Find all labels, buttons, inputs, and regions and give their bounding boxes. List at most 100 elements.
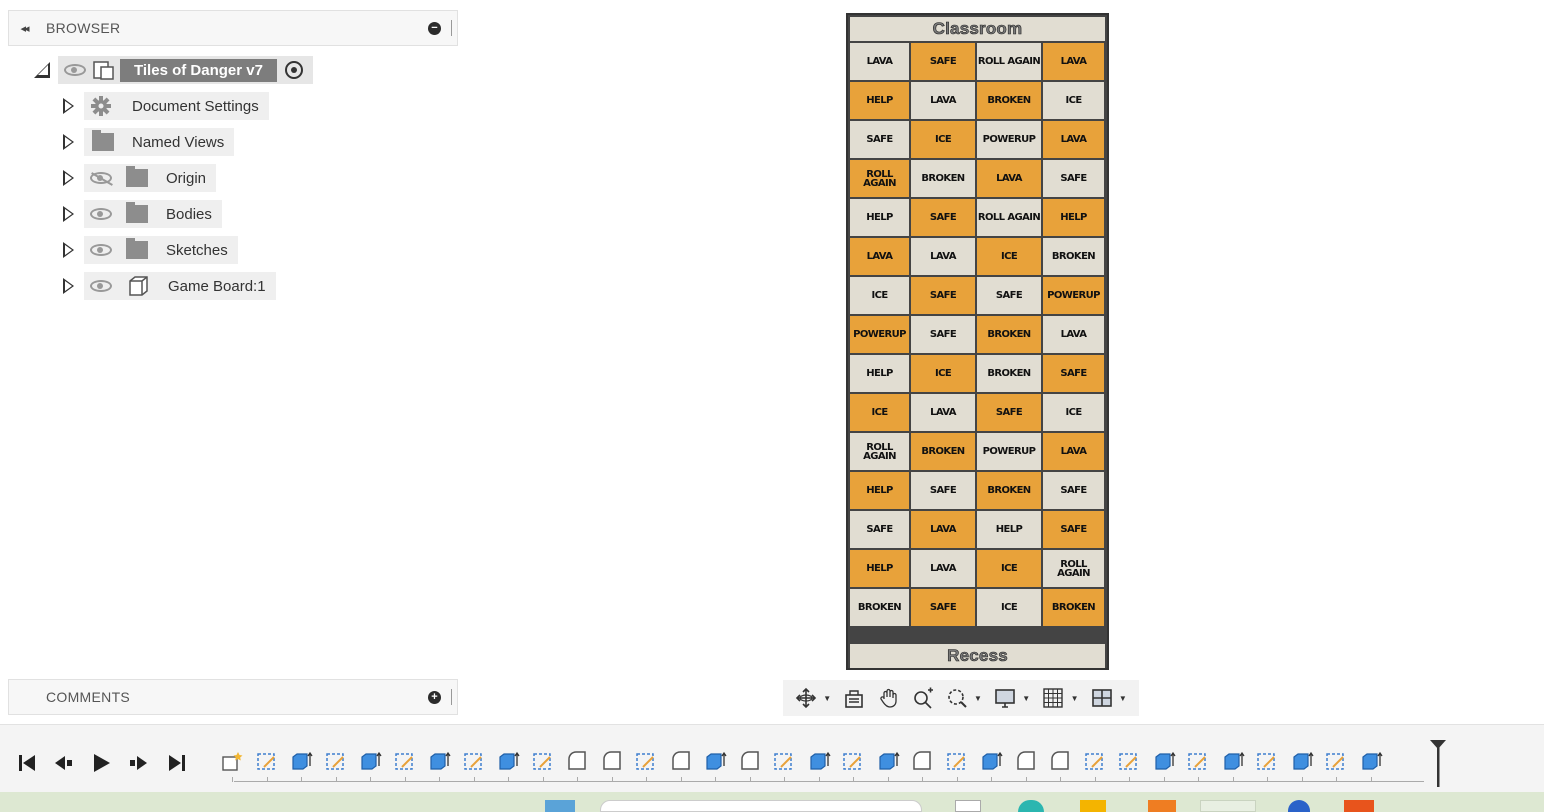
windows-start-icon[interactable] [545,800,575,812]
visibility-eye-icon[interactable] [64,64,86,76]
game-board-node[interactable]: Game Board:1 [84,272,276,300]
visibility-eye-icon[interactable] [90,244,112,256]
visibility-eye-icon[interactable] [90,208,112,220]
activate-component-radio-icon[interactable] [284,61,303,79]
taskbar-search-box[interactable] [600,800,922,812]
display-dropdown-caret[interactable]: ▼ [1022,694,1030,703]
fit-window-icon[interactable] [946,687,968,709]
timeline-extrude-icon[interactable] [703,750,727,772]
bodies-node[interactable]: Bodies [84,200,222,228]
timeline-fillet-icon[interactable] [1048,750,1072,772]
tree-item-bodies[interactable]: Bodies [56,200,222,228]
collapse-arrow-icon[interactable] [30,62,54,78]
visibility-eye-icon[interactable] [90,280,112,292]
timeline-sketch-icon[interactable] [841,750,865,772]
expand-arrow-icon[interactable] [56,278,80,294]
orbit-icon[interactable] [795,687,817,709]
timeline-sketch-icon[interactable] [462,750,486,772]
timeline-extrude-icon[interactable] [1359,750,1383,772]
viewports-dropdown-caret[interactable]: ▼ [1119,694,1127,703]
timeline-sketch-icon[interactable] [1117,750,1141,772]
browser-panel-minimize-icon[interactable]: − [428,21,441,35]
display-settings-icon[interactable] [994,687,1016,709]
look-at-icon[interactable] [843,687,865,709]
sketches-node[interactable]: Sketches [84,236,238,264]
zoom-icon[interactable] [912,687,934,709]
timeline-extrude-icon[interactable] [1221,750,1245,772]
timeline-fillet-icon[interactable] [910,750,934,772]
active-app-tab[interactable] [1200,800,1256,812]
board-tile: ICE [1043,394,1104,431]
timeline-marker-icon[interactable] [1429,739,1447,787]
board-tile: ICE [977,589,1041,626]
timeline-sketch-icon[interactable] [324,750,348,772]
tree-item-named-views[interactable]: Named Views [56,128,235,156]
panel-grip-handle[interactable] [451,689,453,705]
timeline-sketch-icon[interactable] [945,750,969,772]
expand-arrow-icon[interactable] [56,98,80,114]
timeline-extrude-icon[interactable] [1290,750,1314,772]
timeline-sketch-icon[interactable] [1324,750,1348,772]
timeline-fillet-icon[interactable] [738,750,762,772]
task-view-icon[interactable] [955,800,981,812]
expand-arrow-icon[interactable] [56,206,80,222]
timeline-sketch-icon[interactable] [1083,750,1107,772]
timeline-new-component-icon[interactable] [220,750,244,772]
browser-panel-header: ◂◂ BROWSER − [8,10,458,46]
timeline-sketch-icon[interactable] [1255,750,1279,772]
go-to-end-icon[interactable] [166,752,188,774]
timeline-fillet-icon[interactable] [600,750,624,772]
collapse-panel-icon[interactable]: ◂◂ [9,22,39,35]
tree-item-game-board[interactable]: Game Board:1 [56,272,276,300]
timeline-sketch-icon[interactable] [255,750,279,772]
chrome-browser-icon[interactable] [1288,800,1310,812]
timeline-extrude-icon[interactable] [289,750,313,772]
step-back-icon[interactable] [52,752,74,774]
grid-dropdown-caret[interactable]: ▼ [1071,694,1079,703]
timeline-tick [508,777,509,782]
expand-arrow-icon[interactable] [56,242,80,258]
grid-snap-icon[interactable] [1042,687,1064,709]
edge-browser-icon[interactable] [1018,800,1044,812]
tree-item-label: Document Settings [132,97,259,115]
pan-hand-icon[interactable] [878,687,900,709]
timeline-sketch-icon[interactable] [634,750,658,772]
hidden-eye-icon[interactable] [90,172,112,184]
timeline-fillet-icon[interactable] [565,750,589,772]
timeline-sketch-icon[interactable] [531,750,555,772]
tree-item-sketches[interactable]: Sketches [56,236,238,264]
panel-grip-handle[interactable] [451,20,453,36]
file-explorer-icon[interactable] [1080,800,1106,812]
timeline-extrude-icon[interactable] [358,750,382,772]
timeline-fillet-icon[interactable] [1014,750,1038,772]
root-component-node[interactable]: Tiles of Danger v7 [58,56,313,84]
play-icon[interactable] [90,752,112,774]
timeline-extrude-icon[interactable] [876,750,900,772]
tree-item-document-settings[interactable]: Document Settings [56,92,269,120]
timeline-sketch-icon[interactable] [393,750,417,772]
timeline-sketch-icon[interactable] [772,750,796,772]
origin-node[interactable]: Origin [84,164,217,192]
expand-arrow-icon[interactable] [56,134,80,150]
timeline-extrude-icon[interactable] [807,750,831,772]
viewports-icon[interactable] [1091,687,1113,709]
timeline-extrude-icon[interactable] [496,750,520,772]
game-board-model[interactable]: Classroom LAVA SAFE ROLL AGAIN LAVA HELP LAVA… [846,13,1109,670]
timeline-extrude-icon[interactable] [427,750,451,772]
add-comment-icon[interactable]: + [428,690,441,704]
timeline-extrude-icon[interactable] [979,750,1003,772]
timeline-sketch-icon[interactable] [1186,750,1210,772]
orbit-dropdown-caret[interactable]: ▼ [823,694,831,703]
fusion-app-icon[interactable] [1148,800,1176,812]
tree-root-row[interactable]: Tiles of Danger v7 [30,56,313,84]
step-forward-icon[interactable] [128,752,150,774]
timeline-extrude-icon[interactable] [1152,750,1176,772]
office-app-icon[interactable] [1344,800,1374,812]
tree-item-origin[interactable]: Origin [56,164,217,192]
expand-arrow-icon[interactable] [56,170,80,186]
document-settings-node[interactable]: Document Settings [84,92,269,120]
timeline-fillet-icon[interactable] [669,750,693,772]
go-to-start-icon[interactable] [16,752,38,774]
zoom-dropdown-caret[interactable]: ▼ [974,694,982,703]
named-views-node[interactable]: Named Views [84,128,235,156]
